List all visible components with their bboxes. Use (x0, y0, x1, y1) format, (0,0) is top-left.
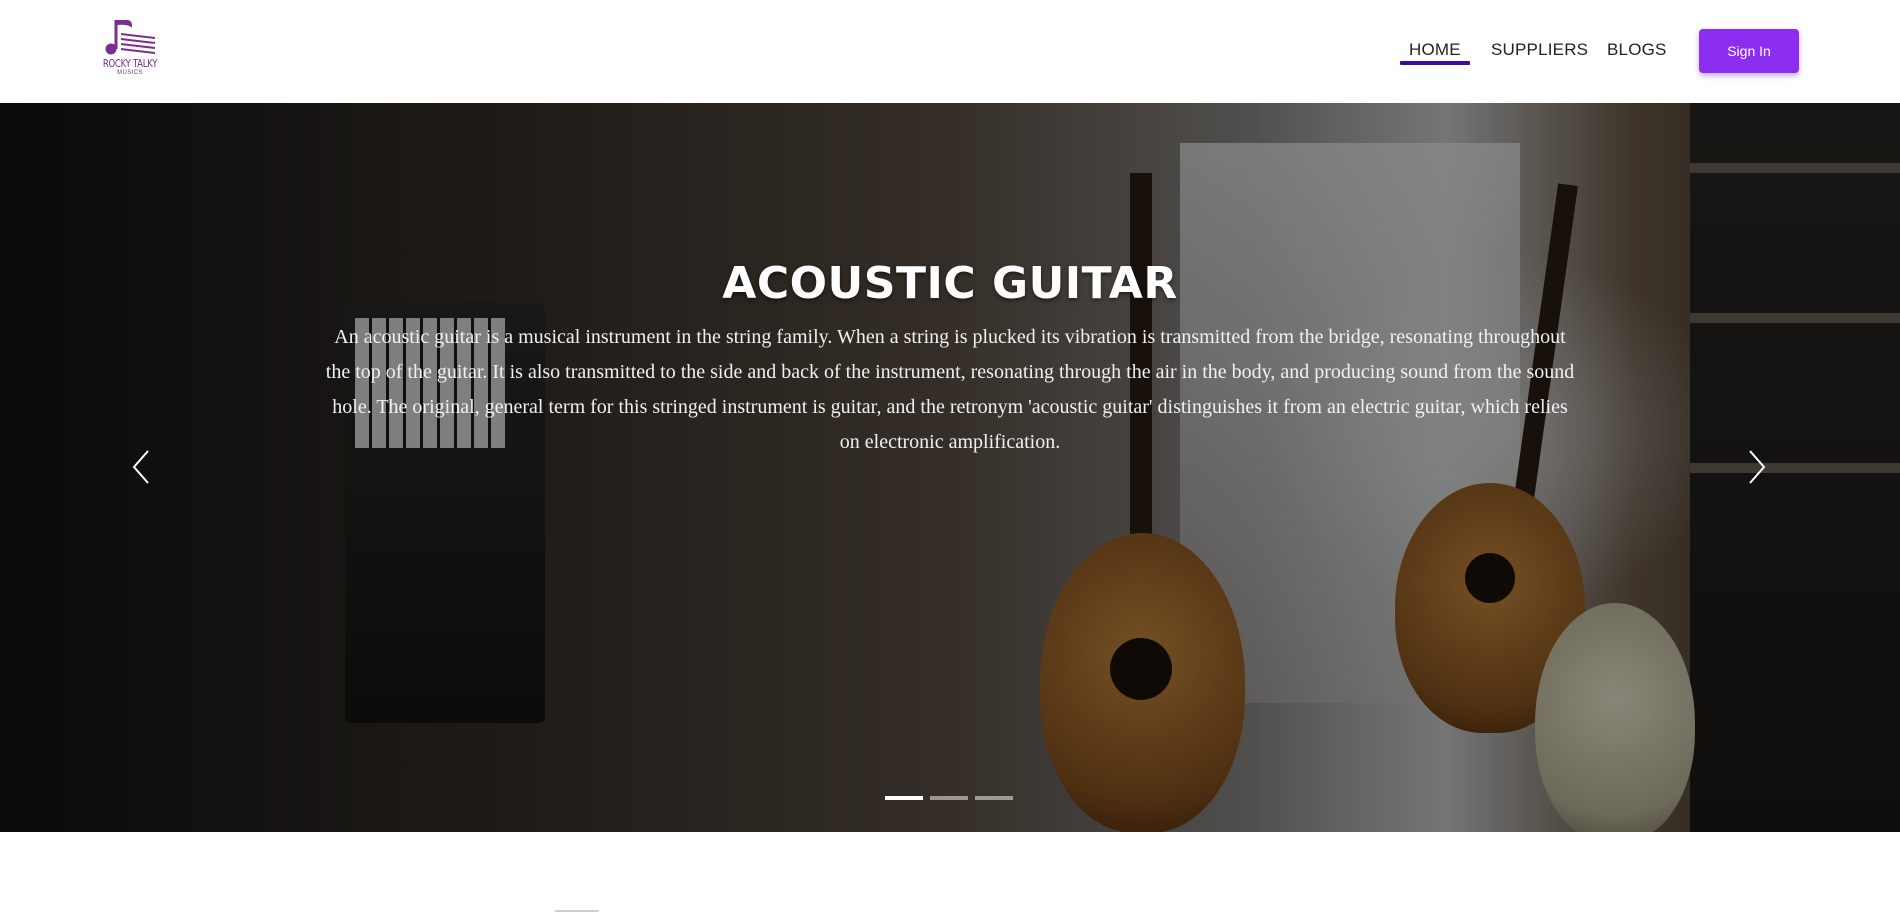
carousel-next-button[interactable] (1738, 449, 1774, 485)
brand-tagline: MUSICS (117, 70, 143, 76)
carousel-indicator-3[interactable] (975, 796, 1013, 800)
nav-link-suppliers[interactable]: SUPPLIERS (1491, 40, 1588, 60)
sign-in-button[interactable]: Sign In (1699, 29, 1799, 73)
brand-logo[interactable]: ROCKY TALKY MUSICS (98, 18, 162, 84)
chevron-right-icon (1749, 450, 1766, 484)
nav-link-blogs[interactable]: BLOGS (1607, 40, 1667, 60)
carousel-indicators (885, 796, 1015, 800)
hero-dark-overlay (0, 103, 1900, 832)
active-nav-underline (1400, 61, 1470, 65)
hero-carousel (0, 103, 1900, 832)
chevron-left-icon (132, 450, 149, 484)
carousel-indicator-2[interactable] (930, 796, 968, 800)
slide-description: An acoustic guitar is a musical instrume… (325, 326, 1575, 453)
carousel-prev-button[interactable] (124, 449, 160, 485)
section-divider (555, 910, 599, 912)
nav-link-home[interactable]: HOME (1409, 40, 1461, 60)
brand-name: ROCKY TALKY (102, 57, 158, 70)
carousel-indicator-1[interactable] (885, 796, 923, 800)
music-note-logo-icon (105, 20, 156, 55)
slide-caption: ACOUSTIC GUITAR An acoustic guitar is a … (300, 258, 1600, 460)
navbar: ROCKY TALKY MUSICS HOME SUPPLIERS BLOGS … (0, 0, 1900, 104)
slide-title: ACOUSTIC GUITAR (722, 258, 1178, 309)
